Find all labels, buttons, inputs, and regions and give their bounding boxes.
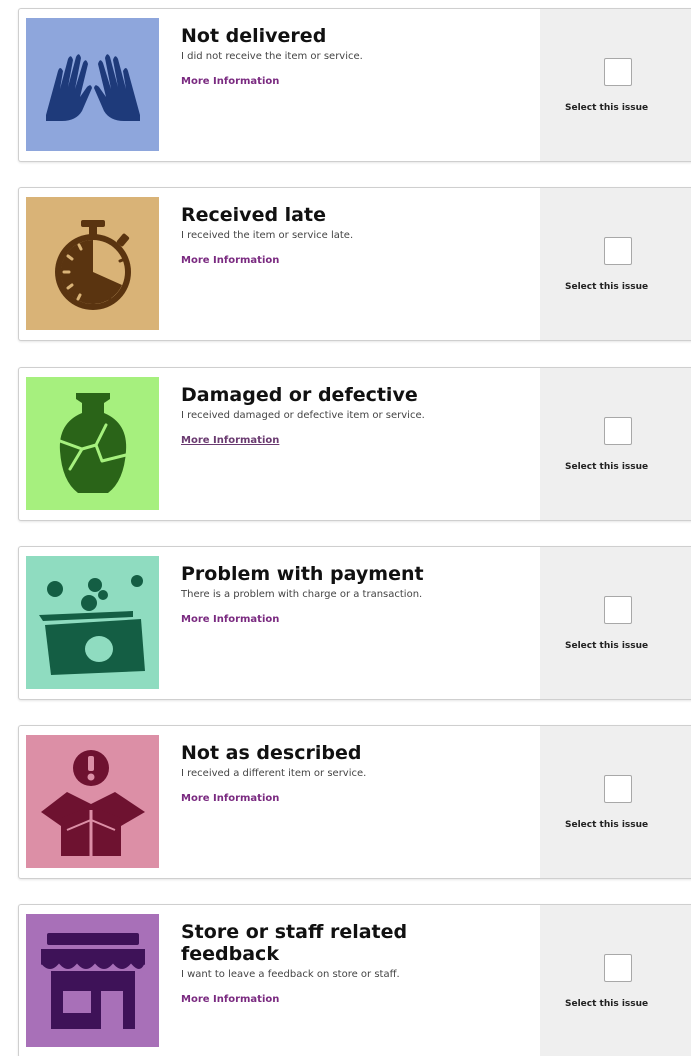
issue-title: Not as described xyxy=(181,742,362,764)
select-issue-panel[interactable]: Select this issue xyxy=(540,368,691,520)
issue-description: I want to leave a feedback on store or s… xyxy=(181,969,400,980)
issue-card-store-feedback: Store or staff related feedback I want t… xyxy=(18,904,691,1056)
select-issue-panel[interactable]: Select this issue xyxy=(540,188,691,340)
issue-card-not-delivered: Not delivered I did not receive the item… xyxy=(18,8,691,162)
money-coins-icon xyxy=(26,556,159,689)
issue-title: Problem with payment xyxy=(181,563,424,585)
more-information-link[interactable]: More Information xyxy=(181,255,279,266)
select-issue-label: Select this issue xyxy=(565,282,649,292)
issue-card-not-as-described: Not as described I received a different … xyxy=(18,725,691,879)
more-information-link[interactable]: More Information xyxy=(181,435,279,446)
issue-card-payment-problem: Problem with payment There is a problem … xyxy=(18,546,691,700)
select-issue-checkbox[interactable] xyxy=(604,58,632,86)
select-issue-label: Select this issue xyxy=(565,641,649,651)
select-issue-label: Select this issue xyxy=(565,820,649,830)
select-issue-label: Select this issue xyxy=(565,462,649,472)
select-issue-checkbox[interactable] xyxy=(604,417,632,445)
select-issue-panel[interactable]: Select this issue xyxy=(540,905,691,1056)
issue-description: I received damaged or defective item or … xyxy=(181,410,425,421)
more-information-link[interactable]: More Information xyxy=(181,994,279,1005)
hands-icon xyxy=(26,18,159,151)
issue-title: Damaged or defective xyxy=(181,384,418,406)
select-issue-checkbox[interactable] xyxy=(604,237,632,265)
issue-card-received-late: Received late I received the item or ser… xyxy=(18,187,691,341)
more-information-link[interactable]: More Information xyxy=(181,614,279,625)
select-issue-label: Select this issue xyxy=(565,103,649,113)
broken-vase-icon xyxy=(26,377,159,510)
storefront-icon xyxy=(26,914,159,1047)
issue-description: I received the item or service late. xyxy=(181,230,354,241)
issue-description: I received a different item or service. xyxy=(181,768,367,779)
select-issue-label: Select this issue xyxy=(565,999,649,1009)
issue-title: Store or staff related feedback xyxy=(181,921,408,965)
select-issue-checkbox[interactable] xyxy=(604,775,632,803)
issue-title: Received late xyxy=(181,204,326,226)
issue-card-damaged: Damaged or defective I received damaged … xyxy=(18,367,691,521)
issue-description: There is a problem with charge or a tran… xyxy=(181,589,423,600)
stopwatch-icon xyxy=(26,197,159,330)
more-information-link[interactable]: More Information xyxy=(181,76,279,87)
select-issue-panel[interactable]: Select this issue xyxy=(540,9,691,161)
more-information-link[interactable]: More Information xyxy=(181,793,279,804)
select-issue-panel[interactable]: Select this issue xyxy=(540,547,691,699)
issue-title: Not delivered xyxy=(181,25,327,47)
issue-list: Not delivered I did not receive the item… xyxy=(0,0,691,1056)
issue-description: I did not receive the item or service. xyxy=(181,51,363,62)
select-issue-panel[interactable]: Select this issue xyxy=(540,726,691,878)
select-issue-checkbox[interactable] xyxy=(604,596,632,624)
open-box-alert-icon xyxy=(26,735,159,868)
select-issue-checkbox[interactable] xyxy=(604,954,632,982)
